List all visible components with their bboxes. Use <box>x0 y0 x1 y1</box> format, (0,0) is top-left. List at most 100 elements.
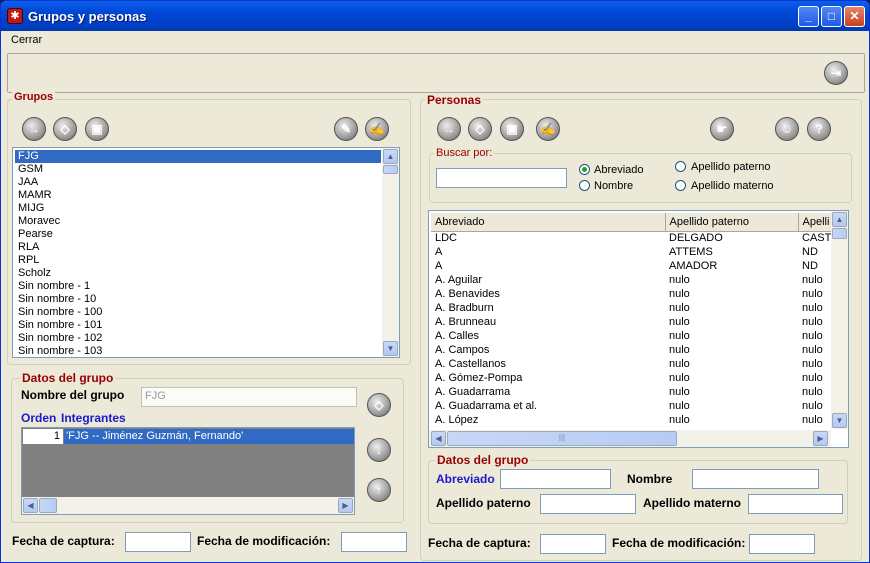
scroll-down-icon[interactable]: ▼ <box>383 341 398 356</box>
table-cell: A <box>435 260 443 272</box>
apellido-materno-field[interactable] <box>748 494 843 514</box>
scroll-thumb[interactable]: ||| <box>447 431 677 446</box>
table-row[interactable]: A. Guadarrama et al. nulo nulo <box>431 399 831 413</box>
minimize-button[interactable]: _ <box>798 6 819 27</box>
group-help-icon[interactable]: ? <box>807 117 831 141</box>
fecha-modificacion-field-left[interactable] <box>341 532 407 552</box>
radio-abreviado[interactable] <box>579 164 590 175</box>
scroll-up-icon[interactable]: ▲ <box>383 149 398 164</box>
table-row[interactable]: A ATTEMS ND <box>431 245 831 259</box>
eraser-icon[interactable]: ◇ <box>53 117 77 141</box>
grupo-list-item[interactable]: FJG <box>14 149 382 164</box>
table-cell: ND <box>802 260 818 272</box>
abreviado-field[interactable] <box>500 469 611 489</box>
integrantes-grid[interactable]: 1 'FJG -- Jiménez Guzmán, Fernando' ◀ ▶ <box>21 427 355 515</box>
nombre-grupo-field[interactable]: FJG <box>141 387 357 407</box>
grupos-list[interactable]: FJG GSM JAA MAMR MIJG Moravec Pearse RLA RPL Scho… <box>12 147 400 358</box>
app-icon: ✱ <box>7 8 23 24</box>
import-icon[interactable]: → <box>22 117 46 141</box>
scroll-left-icon[interactable]: ◀ <box>23 498 38 513</box>
pencil-icon[interactable]: ✎ <box>334 117 358 141</box>
nombre-label: Nombre <box>627 472 673 486</box>
grupo-list-item[interactable]: Scholz <box>15 267 381 280</box>
grupos-scrollbar[interactable]: ▲ ▼ <box>382 148 399 357</box>
scroll-thumb[interactable] <box>383 165 398 174</box>
radio-nombre[interactable] <box>579 180 590 191</box>
radio-apellido-materno[interactable] <box>675 180 686 191</box>
scroll-right-icon[interactable]: ▶ <box>338 498 353 513</box>
arrow-down-icon[interactable]: ↓ <box>367 438 391 462</box>
scroll-left-icon[interactable]: ◀ <box>431 431 446 446</box>
table-row[interactable]: A. Aguilar nulo nulo <box>431 273 831 287</box>
maximize-button[interactable]: □ <box>821 6 842 27</box>
arrow-up-icon[interactable]: ↑ <box>367 478 391 502</box>
table-row[interactable]: A AMADOR ND <box>431 259 831 273</box>
table-row[interactable]: A. Benavides nulo nulo <box>431 287 831 301</box>
grupo-list-item[interactable]: Sin nombre - 100 <box>15 306 381 319</box>
fecha-modificacion-label-left: Fecha de modificación: <box>197 534 331 548</box>
nombre-grupo-label: Nombre del grupo <box>21 388 125 402</box>
grupo-list-item[interactable]: MAMR <box>15 189 381 202</box>
grupo-list-item[interactable]: Sin nombre - 10 <box>15 293 381 306</box>
table-row[interactable]: A. Gómez-Pompa nulo nulo <box>431 371 831 385</box>
column-header[interactable]: Apellido paterno <box>665 213 799 232</box>
grupo-list-item[interactable]: Sin nombre - 1 <box>15 280 381 293</box>
grupo-list-item[interactable]: MIJG <box>15 202 381 215</box>
personas-table-container[interactable]: Abreviado Apellido paterno Apelli LDC DELGA… <box>428 210 849 448</box>
table-row[interactable]: A. Bradburn nulo nulo <box>431 301 831 315</box>
group-icon[interactable]: ☺ <box>775 117 799 141</box>
fecha-modificacion-field-right[interactable] <box>749 534 815 554</box>
edit-icon[interactable]: ✍ <box>365 117 389 141</box>
table-row[interactable]: A. Castellanos nulo nulo <box>431 357 831 371</box>
eraser-icon[interactable]: ◇ <box>468 117 492 141</box>
radio-apellido-paterno[interactable] <box>675 161 686 172</box>
fecha-captura-field-right[interactable] <box>540 534 606 554</box>
save-icon[interactable]: ▣ <box>85 117 109 141</box>
eraser-icon[interactable]: ◇ <box>367 393 391 417</box>
table-row[interactable]: A. Guadarrama nulo nulo <box>431 385 831 399</box>
grupo-list-item[interactable]: Sin nombre - 101 <box>15 319 381 332</box>
grupo-list-item[interactable]: RLA <box>15 241 381 254</box>
scroll-thumb[interactable] <box>832 228 847 239</box>
import-icon[interactable]: → <box>437 117 461 141</box>
hand-icon[interactable]: ☛ <box>710 117 734 141</box>
save-icon[interactable]: ▣ <box>500 117 524 141</box>
scroll-thumb[interactable] <box>39 498 57 513</box>
integrante-name-cell[interactable]: 'FJG -- Jiménez Guzmán, Fernando' <box>64 429 354 444</box>
table-cell: A <box>435 246 443 258</box>
table-row[interactable]: LDC DELGADO CAST <box>431 231 831 245</box>
grupo-list-item[interactable]: GSM <box>15 163 381 176</box>
table-cell: nulo <box>669 288 690 300</box>
grupo-list-item[interactable]: Pearse <box>15 228 381 241</box>
grupo-list-item[interactable]: JAA <box>15 176 381 189</box>
fecha-captura-field-left[interactable] <box>125 532 191 552</box>
integrantes-hscroll[interactable]: ◀ ▶ <box>22 497 354 514</box>
column-header[interactable]: Apelli <box>798 213 831 232</box>
scroll-down-icon[interactable]: ▼ <box>832 413 847 428</box>
scroll-up-icon[interactable]: ▲ <box>832 212 847 227</box>
edit-icon[interactable]: ✍ <box>536 117 560 141</box>
scroll-right-icon[interactable]: ▶ <box>813 431 828 446</box>
table-cell: A. Benavides <box>435 288 500 300</box>
datos-grupo-left-legend: Datos del grupo <box>20 371 116 385</box>
buscar-input[interactable] <box>436 168 567 188</box>
grupo-list-item[interactable]: Sin nombre - 103 <box>15 345 381 357</box>
grupo-list-item[interactable]: Sin nombre - 102 <box>15 332 381 345</box>
grupo-list-item[interactable]: Moravec <box>15 215 381 228</box>
apellido-paterno-field[interactable] <box>540 494 636 514</box>
table-row[interactable]: A. Campos nulo nulo <box>431 343 831 357</box>
table-cell: nulo <box>669 372 690 384</box>
table-row[interactable]: A. Brunneau nulo nulo <box>431 315 831 329</box>
table-cell: nulo <box>802 288 823 300</box>
exit-icon[interactable]: ⇥ <box>824 61 848 85</box>
menu-cerrar[interactable]: Cerrar <box>11 34 42 46</box>
integrante-orden-cell[interactable]: 1 <box>23 429 63 444</box>
column-header[interactable]: Abreviado <box>431 213 666 232</box>
grupo-list-item[interactable]: RPL <box>15 254 381 267</box>
table-row[interactable]: A. López nulo nulo <box>431 413 831 427</box>
personas-vscroll[interactable]: ▲ ▼ <box>831 211 848 429</box>
personas-hscroll[interactable]: ◀ ||| ▶ <box>429 430 831 447</box>
table-row[interactable]: A. Calles nulo nulo <box>431 329 831 343</box>
close-button[interactable]: ✕ <box>844 6 865 27</box>
nombre-field[interactable] <box>692 469 819 489</box>
